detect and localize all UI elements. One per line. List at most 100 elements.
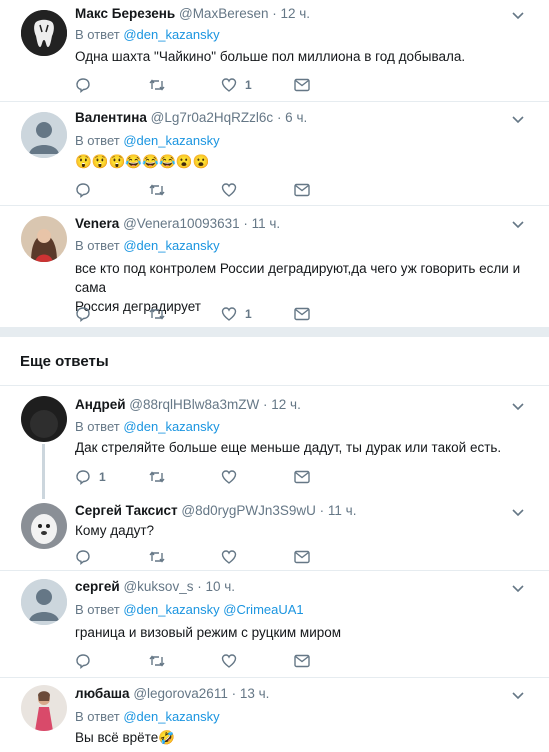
user-handle[interactable]: @kuksov_s: [123, 579, 193, 594]
heart-icon: [221, 654, 237, 668]
retweet-button[interactable]: [148, 468, 166, 486]
chevron-down-icon[interactable]: [511, 9, 525, 23]
chevron-down-icon[interactable]: [511, 689, 525, 703]
avatar[interactable]: [21, 503, 67, 549]
user-name[interactable]: сергей: [75, 579, 120, 594]
user-name[interactable]: Venera: [75, 216, 119, 231]
avatar[interactable]: [21, 112, 67, 158]
user-handle[interactable]: @Venera10093631: [123, 216, 240, 231]
message-button[interactable]: [294, 181, 310, 199]
chevron-down-icon[interactable]: [511, 113, 525, 127]
thread-connector: [42, 444, 45, 499]
reply-context: В ответ @den_kazansky: [75, 133, 220, 148]
message-button[interactable]: [294, 548, 310, 566]
reply-icon: [76, 654, 90, 669]
avatar[interactable]: [21, 579, 67, 625]
tweet-text-line: Дак стреляйте больше еще меньше дадут, т…: [75, 440, 502, 455]
reply-button[interactable]: 1: [75, 468, 106, 486]
like-button[interactable]: [221, 652, 245, 670]
mention-link[interactable]: @den_kazansky: [123, 27, 219, 42]
tweet-header: Venera @Venera10093631 · 11 ч.: [75, 216, 280, 231]
timestamp[interactable]: · 10 ч.: [197, 579, 235, 594]
user-name[interactable]: Андрей: [75, 397, 126, 412]
user-handle[interactable]: @88rqlHBlw8a3mZW: [129, 397, 259, 412]
tweet-text: Вы всё врёте🤣: [75, 728, 530, 747]
default-avatar-icon: [21, 579, 67, 625]
tweet-text-line: 😲😲😲😂😂😂😮😮: [75, 154, 210, 169]
avatar[interactable]: [21, 396, 67, 442]
reply-button[interactable]: [75, 76, 99, 94]
mention-link[interactable]: @CrimeaUA1: [223, 602, 303, 617]
like-button[interactable]: 1: [221, 305, 252, 323]
message-button[interactable]: [294, 468, 310, 486]
chevron-down-icon[interactable]: [511, 400, 525, 414]
user-name[interactable]: Макс Березень: [75, 6, 175, 21]
like-button[interactable]: [221, 548, 245, 566]
user-name[interactable]: Сергей Таксист: [75, 503, 178, 518]
timestamp[interactable]: · 6 ч.: [277, 110, 307, 125]
reply-count: 1: [99, 470, 106, 484]
retweet-button[interactable]: [148, 548, 166, 566]
timestamp[interactable]: · 11 ч.: [243, 216, 280, 231]
avatar[interactable]: [21, 216, 67, 262]
tweet-text-line: Одна шахта "Чайкино" больше пол миллиона…: [75, 49, 466, 64]
mention-link[interactable]: @den_kazansky: [123, 238, 219, 253]
like-button[interactable]: [221, 181, 245, 199]
message-button[interactable]: [294, 652, 310, 670]
retweet-icon: [149, 655, 165, 667]
like-button[interactable]: 1: [221, 76, 252, 94]
default-avatar-icon: [21, 112, 67, 158]
tweet[interactable]: Venera @Venera10093631 · 11 ч. В ответ @…: [0, 206, 549, 327]
timestamp[interactable]: · 12 ч.: [272, 6, 310, 21]
user-handle[interactable]: @MaxBeresen: [179, 6, 269, 21]
mention-link[interactable]: @den_kazansky: [123, 709, 219, 724]
message-button[interactable]: [294, 76, 310, 94]
section-divider: [0, 327, 549, 337]
tooth-logo-icon: [21, 10, 67, 56]
mention-link[interactable]: @den_kazansky: [123, 133, 219, 148]
user-handle[interactable]: @8d0rygPWJn3S9wU: [181, 503, 316, 518]
chevron-down-icon[interactable]: [511, 582, 525, 596]
timestamp[interactable]: · 11 ч.: [320, 503, 357, 518]
user-name[interactable]: Валентина: [75, 110, 147, 125]
tweet[interactable]: Валентина @Lg7r0a2HqRZzl6c · 6 ч. В отве…: [0, 102, 549, 206]
reply-button[interactable]: [75, 652, 99, 670]
heart-icon: [221, 183, 237, 197]
like-count: 1: [245, 78, 252, 92]
retweet-button[interactable]: [148, 181, 166, 199]
heart-icon: [221, 550, 237, 564]
reply-icon: [76, 307, 90, 322]
chevron-down-icon[interactable]: [511, 506, 525, 520]
user-name[interactable]: любаша: [75, 686, 130, 701]
heart-icon: [221, 307, 237, 321]
reply-prefix: В ответ: [75, 602, 120, 617]
tweet[interactable]: Сергей Таксист @8d0rygPWJn3S9wU · 11 ч. …: [0, 496, 549, 571]
tweet[interactable]: Андрей @88rqlHBlw8a3mZW · 12 ч. В ответ …: [0, 386, 549, 496]
avatar[interactable]: [21, 10, 67, 56]
tweet[interactable]: Макс Березень @MaxBeresen · 12 ч. В отве…: [0, 0, 549, 102]
tweet-text-line: граница и визовый режим с руцким миром: [75, 625, 342, 640]
retweet-button[interactable]: [148, 305, 166, 323]
retweet-button[interactable]: [148, 652, 166, 670]
chevron-down-icon[interactable]: [511, 218, 525, 232]
mention-link[interactable]: @den_kazansky: [123, 602, 219, 617]
tweet[interactable]: любаша @legorova2611 · 13 ч. В ответ @de…: [0, 678, 549, 752]
tweet[interactable]: сергей @kuksov_s · 10 ч. В ответ @den_ka…: [0, 571, 549, 678]
user-handle[interactable]: @legorova2611: [133, 686, 228, 701]
retweet-button[interactable]: [148, 76, 166, 94]
avatar[interactable]: [21, 685, 67, 731]
reply-button[interactable]: [75, 181, 99, 199]
like-button[interactable]: [221, 468, 245, 486]
reply-context: В ответ @den_kazansky @CrimeaUA1: [75, 602, 304, 617]
tweet-text-line: Вы всё врёте🤣: [75, 730, 176, 745]
reply-prefix: В ответ: [75, 419, 120, 434]
timestamp[interactable]: · 13 ч.: [232, 686, 270, 701]
retweet-icon: [149, 184, 165, 196]
timestamp[interactable]: · 12 ч.: [263, 397, 301, 412]
mention-link[interactable]: @den_kazansky: [123, 419, 219, 434]
reply-button[interactable]: [75, 305, 99, 323]
user-handle[interactable]: @Lg7r0a2HqRZzl6c: [151, 110, 274, 125]
envelope-icon: [294, 470, 310, 484]
reply-button[interactable]: [75, 548, 99, 566]
message-button[interactable]: [294, 305, 310, 323]
